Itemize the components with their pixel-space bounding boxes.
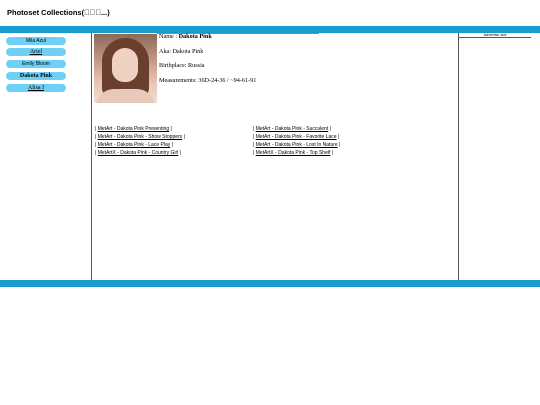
sidebar-item-ariel[interactable]: Ariel — [6, 48, 66, 56]
photoset-link[interactable]: MetArt - Dakota Pink Presenting — [98, 126, 169, 132]
content-left-border — [91, 33, 92, 280]
name-label: Name : — [159, 33, 178, 40]
profile-name: Name : Dakota Pink — [159, 33, 212, 40]
content-right-border — [458, 33, 459, 280]
photoset-link-row: | MetArtX - Dakota Pink - Top Shelf | — [253, 150, 334, 156]
profile-birthplace: Birthplace: Russia — [159, 62, 205, 69]
photoset-link[interactable]: MetArtX - Dakota Pink - Country Girl — [98, 150, 179, 156]
photoset-link-row: | MetArt - Dakota Pink - Succulent | — [253, 126, 331, 132]
photoset-link[interactable]: MetArt - Dakota Pink - Favorite Lace — [256, 134, 337, 140]
top-accent-bar — [0, 26, 540, 33]
photoset-link[interactable]: MetArt - Dakota Pink - Lace Play — [98, 142, 171, 148]
photoset-link[interactable]: MetArtX - Dakota Pink - Top Shelf — [256, 150, 331, 156]
photoset-link-row: | MetArt - Dakota Pink - Favorite Lace | — [253, 134, 340, 140]
sidebar-item-dakota-pink[interactable]: Dakota Pink — [6, 72, 66, 80]
sidebar-item-alisa-i[interactable]: Alisa I — [6, 84, 66, 92]
bottom-accent-bar — [0, 280, 540, 287]
sidebar-item-emily-bloom[interactable]: Emily Bloom — [6, 60, 66, 68]
photoset-link[interactable]: MetArt - Dakota Pink - Succulent — [256, 126, 329, 132]
sidebar-item-mila-azul[interactable]: Mila Azul — [6, 37, 66, 45]
photoset-link[interactable]: MetArt - Dakota Pink - Show Stoppers — [98, 134, 182, 140]
advertise-slot[interactable]: Advertise slot — [459, 33, 531, 38]
name-value: Dakota Pink — [178, 33, 212, 40]
photoset-link-row: | MetArt - Dakota Pink - Lost In Nature … — [253, 142, 341, 148]
photoset-link-row: | MetArt - Dakota Pink - Lace Play | — [95, 142, 173, 148]
profile-photo — [94, 34, 157, 103]
photoset-link-row: | MetArt - Dakota Pink - Show Stoppers | — [95, 134, 185, 140]
profile-aka: Aka: Dakota Pink — [159, 48, 204, 55]
photoset-link[interactable]: MetArt - Dakota Pink - Lost In Nature — [256, 142, 338, 148]
photoset-link-row: | MetArt - Dakota Pink Presenting | — [95, 126, 172, 132]
profile-measurements: Measurements: 36D-24-36 / ~94-61-91 — [159, 77, 257, 84]
photoset-link-row: | MetArtX - Dakota Pink - Country Girl | — [95, 150, 181, 156]
page-title: Photoset Collections(   ...) — [7, 8, 110, 17]
